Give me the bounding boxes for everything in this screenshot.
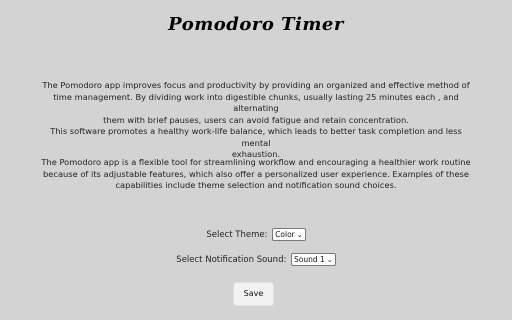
features-line: because of its adjustable features, whic… [43, 168, 469, 179]
chevron-down-icon: ⌄ [326, 256, 333, 264]
theme-setting-row: Select Theme: Color ⌄ [0, 228, 512, 241]
intro-paragraph: The Pomodoro app improves focus and prod… [36, 80, 476, 161]
features-paragraph: The Pomodoro app is a flexible tool for … [36, 157, 476, 192]
sound-setting-row: Select Notification Sound: Sound 1 ⌄ [0, 253, 512, 266]
intro-line: This software promotes a healthy work-li… [50, 126, 462, 148]
intro-line: them with brief pauses, users can avoid … [103, 114, 409, 125]
intro-line: time management. By dividing work into d… [53, 91, 459, 114]
intro-line: The Pomodoro app improves focus and prod… [42, 80, 470, 90]
features-line: capabilities include theme selection and… [115, 180, 397, 190]
chevron-down-icon: ⌄ [296, 231, 303, 239]
sound-select[interactable]: Sound 1 ⌄ [291, 253, 336, 266]
features-line: The Pomodoro app is a flexible tool for … [41, 157, 471, 167]
theme-select[interactable]: Color ⌄ [272, 228, 306, 241]
theme-label: Select Theme: [206, 230, 268, 240]
save-button[interactable]: Save [233, 282, 274, 306]
sound-select-value: Sound 1 [294, 255, 325, 264]
page-title: Pomodoro Timer [168, 14, 344, 35]
sound-label: Select Notification Sound: [176, 255, 287, 265]
theme-select-value: Color [275, 230, 295, 239]
